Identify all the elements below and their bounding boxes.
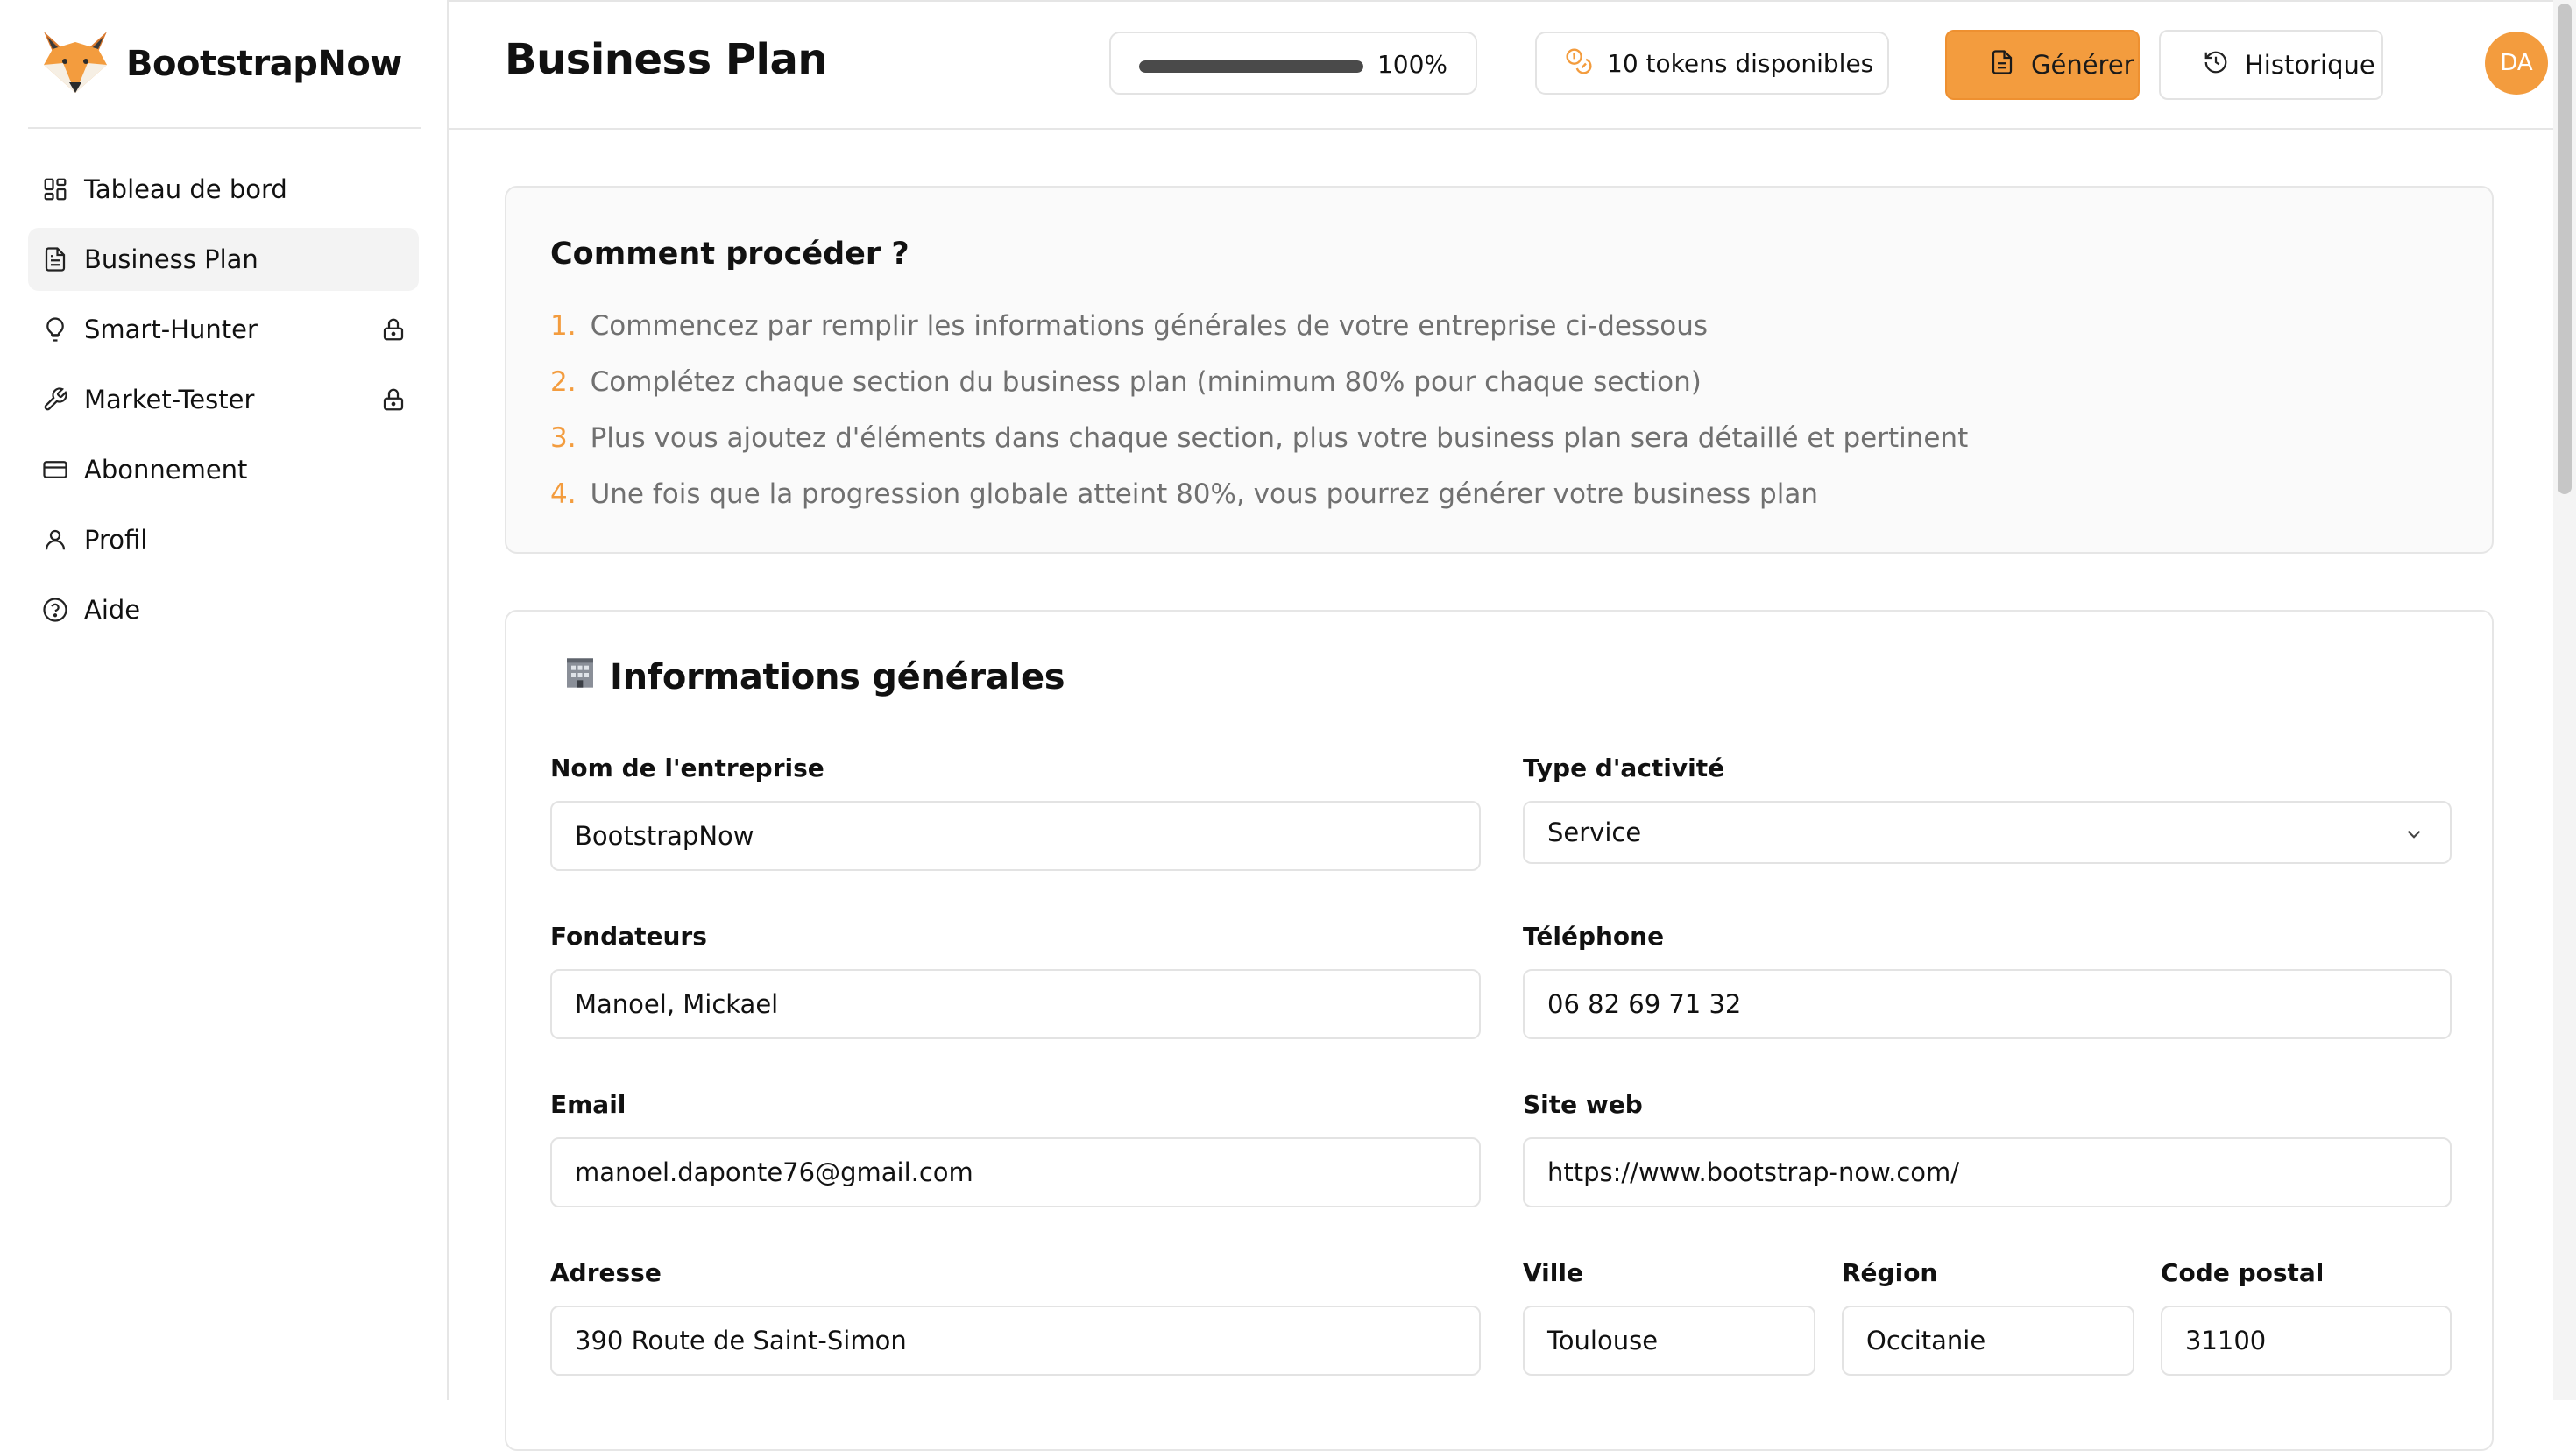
fox-logo-icon	[40, 30, 110, 98]
progress-fill	[1139, 60, 1363, 73]
how-to-step: 1. Commencez par remplir les informations…	[550, 298, 1968, 354]
global-progress: 100%	[1109, 32, 1477, 95]
help-circle-icon	[42, 597, 68, 623]
how-to-steps: 1. Commencez par remplir les informations…	[550, 298, 1968, 522]
page-title: Business Plan	[505, 35, 828, 84]
dashboard-icon	[42, 176, 68, 202]
website-label: Site web	[1523, 1090, 1643, 1119]
history-button-label: Historique	[2245, 50, 2375, 80]
phone-field[interactable]: 06 82 69 71 32	[1523, 969, 2452, 1039]
brand-logo-link[interactable]: BootstrapNow	[40, 32, 402, 96]
wrench-icon	[42, 386, 68, 413]
history-button[interactable]: Historique	[2159, 30, 2383, 100]
top-header: Business Plan 100% 10 tokens disponibles…	[449, 2, 2576, 130]
sidebar-item-profil[interactable]: Profil	[28, 508, 419, 571]
sidebar-divider	[28, 127, 421, 129]
general-info-header: Informations générales	[550, 655, 1065, 699]
step-text: Commencez par remplir les informations g…	[590, 310, 1709, 342]
chevron-down-icon	[2403, 822, 2425, 845]
company-name-label: Nom de l'entreprise	[550, 754, 824, 782]
progress-track	[1139, 60, 1363, 73]
email-field[interactable]: manoel.daponte76@gmail.com	[550, 1137, 1481, 1207]
sidebar-item-label: Profil	[84, 525, 148, 555]
sidebar-item-tableau-de-bord[interactable]: Tableau de bord	[28, 158, 419, 221]
how-to-step: 4. Une fois que la progression globale at…	[550, 466, 1968, 522]
credit-card-icon	[42, 457, 68, 483]
sidebar-item-business-plan[interactable]: Business Plan	[28, 228, 419, 291]
company-name-field[interactable]: BootstrapNow	[550, 801, 1481, 871]
document-icon	[42, 246, 68, 273]
step-number: 1.	[550, 310, 577, 342]
how-to-step: 2. Complétez chaque section du business p…	[550, 354, 1968, 410]
city-field[interactable]: Toulouse	[1523, 1306, 1815, 1376]
sidebar-item-market-tester[interactable]: Market-Tester	[28, 368, 419, 431]
history-icon	[2203, 49, 2229, 81]
tokens-badge: 10 tokens disponibles	[1535, 32, 1889, 95]
sidebar: BootstrapNow Tableau de bord Business Pl…	[0, 0, 449, 1400]
lock-icon	[380, 386, 407, 413]
activity-type-value: Service	[1547, 818, 1642, 847]
step-text: Complétez chaque section du business pla…	[590, 366, 1702, 398]
step-text: Plus vous ajoutez d'éléments dans chaque…	[590, 422, 1969, 454]
sidebar-nav: Tableau de bord Business Plan Smart-Hunt…	[28, 158, 419, 648]
address-label: Adresse	[550, 1258, 662, 1287]
sidebar-item-label: Market-Tester	[84, 385, 255, 414]
coins-icon	[1565, 47, 1593, 79]
founders-label: Fondateurs	[550, 922, 707, 951]
activity-type-select[interactable]: Service	[1523, 801, 2452, 864]
sidebar-item-label: Business Plan	[84, 244, 258, 274]
generate-button[interactable]: Générer	[1945, 30, 2140, 100]
activity-type-label: Type d'activité	[1523, 754, 1725, 782]
region-field[interactable]: Occitanie	[1842, 1306, 2134, 1376]
scrollbar-thumb[interactable]	[2558, 4, 2572, 494]
postal-code-label: Code postal	[2161, 1258, 2325, 1287]
sidebar-item-abonnement[interactable]: Abonnement	[28, 438, 419, 501]
lock-icon	[380, 316, 407, 343]
generate-button-label: Générer	[2031, 50, 2134, 80]
step-text: Une fois que la progression globale atte…	[590, 478, 1818, 510]
region-label: Région	[1842, 1258, 1938, 1287]
document-icon	[1989, 49, 2015, 81]
city-label: Ville	[1523, 1258, 1583, 1287]
page-scrollbar[interactable]	[2553, 0, 2576, 1400]
progress-percent: 100%	[1376, 50, 1447, 79]
phone-label: Téléphone	[1523, 922, 1665, 951]
sidebar-item-label: Tableau de bord	[84, 174, 287, 204]
brand-name: BootstrapNow	[126, 44, 402, 84]
sidebar-item-smart-hunter[interactable]: Smart-Hunter	[28, 298, 419, 361]
how-to-title: Comment procéder ?	[550, 237, 909, 272]
address-field[interactable]: 390 Route de Saint-Simon	[550, 1306, 1481, 1376]
website-field[interactable]: https://www.bootstrap-now.com/	[1523, 1137, 2452, 1207]
tokens-label: 10 tokens disponibles	[1607, 48, 1874, 78]
email-label: Email	[550, 1090, 626, 1119]
avatar[interactable]: DA	[2485, 32, 2548, 95]
how-to-step: 3. Plus vous ajoutez d'éléments dans chaq…	[550, 410, 1968, 466]
how-to-card: Comment procéder ? 1. Commencez par rempl…	[505, 186, 2494, 554]
sidebar-item-label: Smart-Hunter	[84, 315, 258, 344]
sidebar-item-aide[interactable]: Aide	[28, 578, 419, 641]
step-number: 2.	[550, 366, 577, 398]
user-icon	[42, 527, 68, 553]
sidebar-item-label: Abonnement	[84, 455, 248, 485]
step-number: 4.	[550, 478, 577, 510]
general-info-title: Informations générales	[610, 657, 1065, 697]
step-number: 3.	[550, 422, 577, 454]
building-icon	[563, 655, 598, 699]
founders-field[interactable]: Manoel, Mickael	[550, 969, 1481, 1039]
sidebar-item-label: Aide	[84, 595, 141, 625]
postal-code-field[interactable]: 31100	[2161, 1306, 2452, 1376]
general-info-card: Informations générales Nom de l'entrepri…	[505, 610, 2494, 1451]
lightbulb-icon	[42, 316, 68, 343]
